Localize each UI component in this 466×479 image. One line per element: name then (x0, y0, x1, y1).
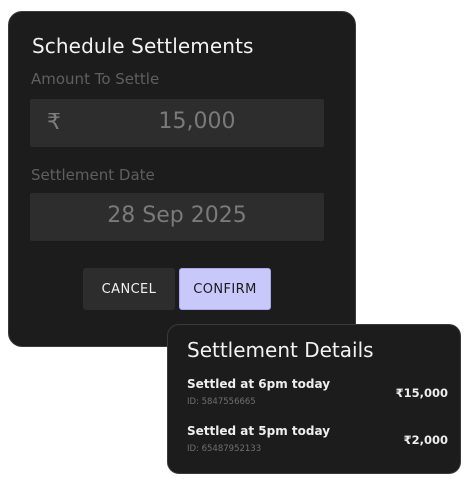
settlement-row-amount: ₹15,000 (395, 386, 448, 400)
settlement-date-value: 28 Sep 2025 (107, 203, 247, 228)
settlement-row[interactable]: Settled at 6pm today ID: 5847556665 ₹15,… (187, 377, 448, 411)
amount-value: 15,000 (158, 109, 236, 134)
details-title: Settlement Details (187, 338, 374, 362)
settlement-row-title: Settled at 5pm today (187, 424, 331, 438)
amount-label: Amount To Settle (31, 70, 160, 88)
schedule-settlements-card: Schedule Settlements Amount To Settle ₹ … (8, 11, 356, 347)
settlement-details-card: Settlement Details Settled at 6pm today … (167, 324, 461, 474)
settlement-date-label: Settlement Date (31, 166, 155, 184)
settlement-row[interactable]: Settled at 5pm today ID: 65487952133 ₹2,… (187, 424, 448, 458)
settlement-row-amount: ₹2,000 (403, 433, 448, 447)
schedule-title: Schedule Settlements (32, 34, 254, 58)
settlement-row-id: ID: 5847556665 (187, 397, 256, 407)
page: Schedule Settlements Amount To Settle ₹ … (0, 0, 466, 479)
confirm-button[interactable]: CONFIRM (179, 268, 271, 310)
settlement-row-title: Settled at 6pm today (187, 377, 331, 391)
amount-input[interactable]: ₹ 15,000 (30, 99, 324, 147)
cancel-button[interactable]: CANCEL (83, 268, 175, 310)
settlement-row-id: ID: 65487952133 (187, 444, 262, 454)
settlement-date-input[interactable]: 28 Sep 2025 (30, 193, 324, 241)
